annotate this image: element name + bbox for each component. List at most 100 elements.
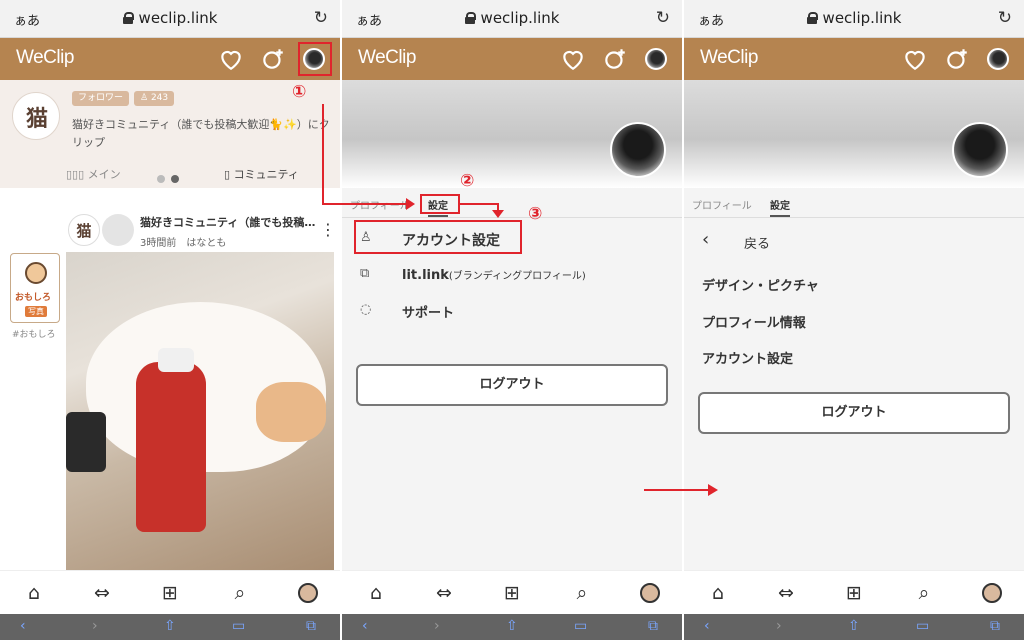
home-icon[interactable]: ⌂ [706, 581, 730, 605]
logout-button[interactable]: ログアウト [698, 392, 1010, 434]
app-header: WeClip [342, 38, 682, 80]
omoshiro-tag[interactable]: おもしろ 写真 [10, 253, 60, 323]
community-description: 猫好きコミュニティ（誰でも投稿大歓迎🐈✨）にクリップ [72, 118, 330, 149]
profile-icon[interactable] [982, 583, 1002, 603]
heart-icon[interactable] [560, 46, 586, 72]
annotation-arrowhead [492, 210, 504, 218]
heart-icon[interactable] [902, 46, 928, 72]
tab-community[interactable]: ▯ コミュニティ [224, 166, 299, 182]
bookmarks-icon[interactable]: ▭ [232, 618, 245, 634]
tabs-icon[interactable]: ⧉ [306, 618, 316, 634]
tag-subtitle: 写真 [25, 306, 47, 317]
app-header: WeClip [684, 38, 1024, 80]
app-logo[interactable]: WeClip [700, 47, 758, 69]
lock-icon [122, 12, 134, 24]
annotation-line [322, 104, 324, 204]
share-icon[interactable]: ⇧ [164, 618, 176, 634]
reload-icon[interactable]: ↻ [314, 8, 328, 28]
browser-url-bar[interactable]: ぁあ weclip.link ↻ [342, 0, 682, 38]
user-avatar-button[interactable] [645, 48, 667, 70]
lock-icon [806, 12, 818, 24]
bookmarks-icon[interactable]: ▭ [916, 618, 929, 634]
back-icon[interactable]: ‹ [704, 618, 710, 634]
back-link[interactable]: 戻る [744, 233, 770, 252]
bottle-cap-shape [158, 348, 194, 372]
menu-litlink[interactable]: lit.link(ブランディングプロフィール) [402, 267, 586, 283]
heart-icon[interactable] [218, 46, 244, 72]
menu-design-picture[interactable]: デザイン・ピクチャ [702, 275, 819, 294]
profile-icon[interactable] [298, 583, 318, 603]
annotation-arrowhead [708, 484, 718, 496]
reload-icon[interactable]: ↻ [656, 8, 670, 28]
search-icon[interactable]: ⌕ [570, 581, 594, 605]
back-icon[interactable]: ‹ [20, 618, 26, 634]
profile-avatar[interactable] [952, 122, 1008, 178]
plus-icon[interactable]: ⊞ [158, 581, 182, 605]
bottom-nav: ⌂ ⇔ ⊞ ⌕ [0, 570, 340, 614]
share-icon[interactable]: ⇧ [848, 618, 860, 634]
swap-icon[interactable]: ⇔ [90, 581, 114, 605]
tag-caption[interactable]: #おもしろ [12, 327, 56, 340]
plus-icon[interactable]: ⊞ [500, 581, 524, 605]
menu-account-settings[interactable]: アカウント設定 [702, 348, 793, 367]
carousel-dot[interactable] [157, 175, 165, 183]
annotation-step-1: ① [292, 82, 307, 102]
add-clip-icon[interactable] [602, 46, 628, 72]
profile-avatar[interactable] [610, 122, 666, 178]
profile-icon[interactable] [640, 583, 660, 603]
swap-icon[interactable]: ⇔ [432, 581, 456, 605]
search-icon[interactable]: ⌕ [228, 581, 252, 605]
app-logo[interactable]: WeClip [358, 47, 416, 69]
bottom-nav: ⌂ ⇔ ⊞ ⌕ [342, 570, 682, 614]
lock-icon [464, 12, 476, 24]
add-clip-icon[interactable] [260, 46, 286, 72]
add-clip-icon[interactable] [944, 46, 970, 72]
logout-button[interactable]: ログアウト [356, 364, 668, 406]
menu-support[interactable]: サポート [402, 302, 454, 321]
tab-profile[interactable]: プロフィール [692, 197, 752, 212]
follower-count: ♙ 243 [134, 91, 175, 106]
profile-tabs: プロフィール 設定 [684, 188, 1024, 218]
browser-url-bar[interactable]: ぁあ weclip.link ↻ [684, 0, 1024, 38]
tabs-icon[interactable]: ⧉ [990, 618, 1000, 634]
panel-home: ぁあ weclip.link ↻ WeClip 猫 フォロワー ♙ 243 猫好… [0, 0, 340, 640]
home-icon[interactable]: ⌂ [364, 581, 388, 605]
forward-icon[interactable]: › [92, 618, 98, 634]
annotation-step-3: ③ [528, 204, 543, 224]
post-user-avatar[interactable] [102, 214, 134, 246]
share-icon[interactable]: ⇧ [506, 618, 518, 634]
url-display[interactable]: weclip.link [342, 9, 682, 27]
swap-icon[interactable]: ⇔ [774, 581, 798, 605]
menu-profile-info[interactable]: プロフィール情報 [702, 312, 806, 331]
annotation-arrow-line [644, 489, 710, 491]
browser-url-bar[interactable]: ぁあ weclip.link ↻ [0, 0, 340, 38]
user-avatar-button[interactable] [987, 48, 1009, 70]
bookmarks-icon[interactable]: ▭ [574, 618, 587, 634]
reload-icon[interactable]: ↻ [998, 8, 1012, 28]
search-icon[interactable]: ⌕ [912, 581, 936, 605]
forward-icon[interactable]: › [434, 618, 440, 634]
follower-tag: フォロワー [72, 91, 130, 106]
carousel-dots[interactable] [157, 168, 185, 187]
forward-icon[interactable]: › [776, 618, 782, 634]
panel-settings: ぁあ weclip.link ↻ WeClip プロフィール 設定 ♙ アカウン… [342, 0, 682, 640]
url-display[interactable]: weclip.link [0, 9, 340, 27]
plus-icon[interactable]: ⊞ [842, 581, 866, 605]
app-logo[interactable]: WeClip [16, 47, 74, 69]
community-badge: 猫 [12, 92, 60, 140]
tab-main[interactable]: ▯▯▯ メイン [66, 166, 121, 182]
chevron-left-icon[interactable]: ‹ [702, 229, 709, 250]
back-icon[interactable]: ‹ [362, 618, 368, 634]
post-community-avatar[interactable]: 猫 [68, 214, 100, 246]
more-options-icon[interactable]: ⋮ [320, 220, 336, 239]
post-title[interactable]: 猫好きコミュニティ（誰でも投稿… [140, 214, 316, 230]
url-display[interactable]: weclip.link [684, 9, 1024, 27]
panel-account-settings: ぁあ weclip.link ↻ WeClip プロフィール 設定 ‹ 戻る デ… [684, 0, 1024, 640]
tab-settings[interactable]: 設定 [770, 197, 790, 217]
home-icon[interactable]: ⌂ [22, 581, 46, 605]
tabs-icon[interactable]: ⧉ [648, 618, 658, 634]
post-photo[interactable] [66, 252, 334, 570]
community-card[interactable]: 猫 フォロワー ♙ 243 猫好きコミュニティ（誰でも投稿大歓迎🐈✨）にクリップ… [0, 80, 340, 188]
carousel-dot-active[interactable] [171, 175, 179, 183]
cat-face-icon [25, 262, 47, 284]
